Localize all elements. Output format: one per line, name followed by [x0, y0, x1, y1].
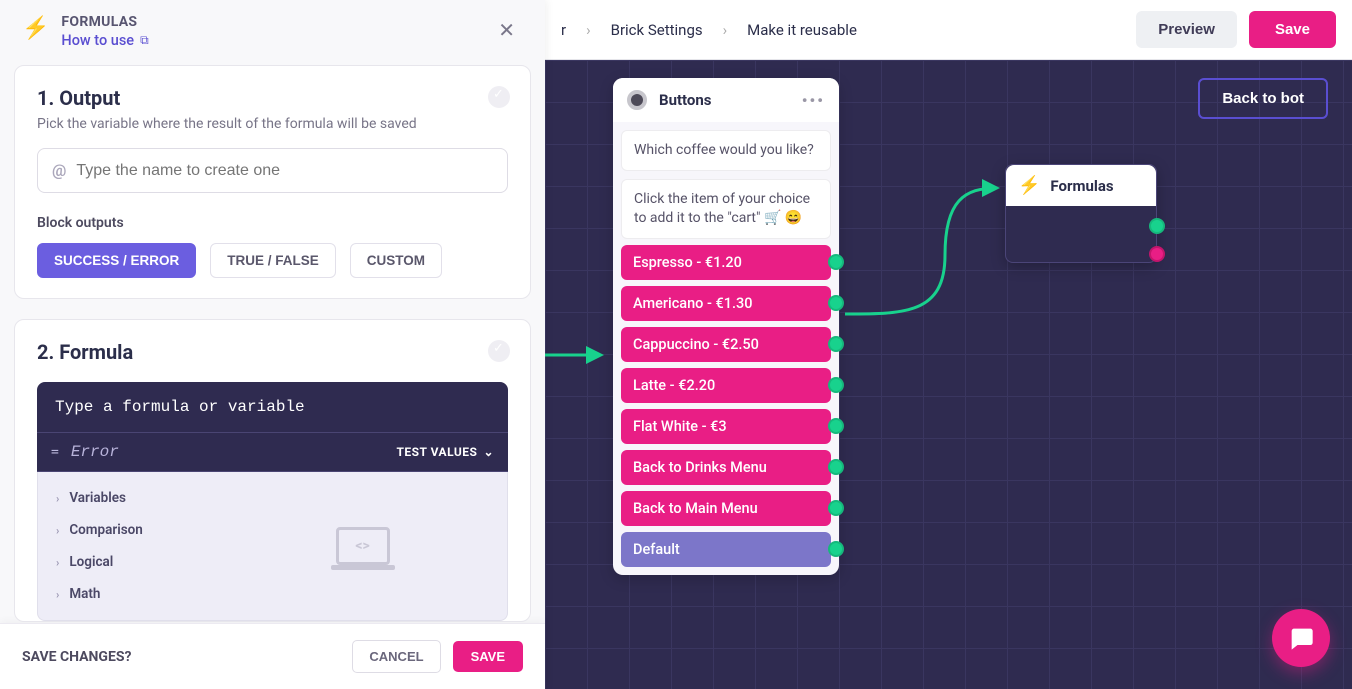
- chevron-right-icon: ›: [56, 556, 59, 569]
- option-button[interactable]: Espresso - €1.20: [621, 245, 831, 280]
- panel-footer: SAVE CHANGES? CANCEL SAVE: [0, 623, 545, 689]
- formula-preview: <>: [218, 472, 507, 620]
- save-button[interactable]: SAVE: [453, 641, 523, 672]
- formula-categories: ›Variables ›Comparison ›Logical ›Math: [38, 472, 218, 620]
- section-subtitle: Pick the variable where the result of th…: [37, 116, 508, 132]
- chevron-right-icon: ›: [56, 524, 59, 537]
- breadcrumb-item[interactable]: Brick Settings: [611, 21, 703, 39]
- preview-button[interactable]: Preview: [1136, 11, 1237, 48]
- output-port[interactable]: [828, 336, 844, 352]
- option-button[interactable]: Americano - €1.30: [621, 286, 831, 321]
- node-menu-icon[interactable]: •••: [802, 91, 825, 110]
- chevron-right-icon: ›: [56, 588, 59, 601]
- node-title: Buttons: [659, 91, 790, 109]
- output-port[interactable]: [828, 418, 844, 434]
- equals-icon: =: [51, 445, 59, 460]
- section-heading: 1. Output: [37, 86, 508, 110]
- output-port[interactable]: [828, 541, 844, 557]
- bolt-icon: ⚡: [1018, 175, 1040, 196]
- output-port-success[interactable]: [1149, 218, 1165, 234]
- save-button[interactable]: Save: [1249, 11, 1336, 48]
- node-type-icon: [627, 90, 647, 110]
- output-port[interactable]: [828, 377, 844, 393]
- check-icon: [488, 340, 510, 362]
- section-heading: 2. Formula: [37, 340, 508, 364]
- back-to-bot-button[interactable]: Back to bot: [1198, 78, 1328, 119]
- breadcrumb-item[interactable]: Make it reusable: [747, 21, 857, 39]
- option-button[interactable]: Back to Drinks Menu: [621, 450, 831, 485]
- output-pill-custom[interactable]: CUSTOM: [350, 243, 442, 278]
- output-port[interactable]: [828, 295, 844, 311]
- formulas-panel: ⚡ FORMULAS How to use ⧉ ✕ 1. Output Pick…: [0, 0, 545, 689]
- category-math[interactable]: ›Math: [38, 578, 218, 610]
- laptop-icon: <>: [336, 527, 390, 565]
- option-default[interactable]: Default: [621, 532, 831, 567]
- at-icon: @: [52, 161, 66, 180]
- panel-title: FORMULAS: [61, 14, 478, 30]
- chevron-right-icon: ›: [586, 21, 591, 39]
- variable-input-wrap[interactable]: @: [37, 148, 508, 193]
- output-port[interactable]: [828, 254, 844, 270]
- chevron-right-icon: ›: [723, 21, 728, 39]
- variable-name-input[interactable]: [76, 162, 493, 180]
- chat-icon: [1287, 624, 1315, 652]
- output-pill-true-false[interactable]: TRUE / FALSE: [210, 243, 336, 278]
- chevron-right-icon: ›: [56, 492, 59, 505]
- check-icon: [488, 86, 510, 108]
- chat-fab[interactable]: [1272, 609, 1330, 667]
- category-variables[interactable]: ›Variables: [38, 482, 218, 514]
- output-pill-success-error[interactable]: SUCCESS / ERROR: [37, 243, 196, 278]
- chevron-down-icon: ⌄: [483, 445, 494, 459]
- message-block[interactable]: Which coffee would you like?: [621, 130, 831, 171]
- formula-section: 2. Formula Type a formula or variable = …: [14, 319, 531, 622]
- external-link-icon: ⧉: [140, 33, 149, 48]
- bolt-icon: ⚡: [22, 16, 49, 41]
- formula-editor[interactable]: Type a formula or variable = Error TEST …: [37, 382, 508, 472]
- close-icon[interactable]: ✕: [490, 14, 523, 46]
- top-bar: r › Brick Settings › Make it reusable Pr…: [545, 0, 1352, 60]
- option-button[interactable]: Cappuccino - €2.50: [621, 327, 831, 362]
- output-port-error[interactable]: [1149, 246, 1165, 262]
- breadcrumb-item[interactable]: r: [561, 21, 566, 39]
- block-outputs-label: Block outputs: [37, 215, 508, 231]
- formula-result: Error: [71, 443, 385, 461]
- category-logical[interactable]: ›Logical: [38, 546, 218, 578]
- breadcrumb: r › Brick Settings › Make it reusable: [561, 21, 857, 39]
- how-to-use-link[interactable]: How to use ⧉: [61, 32, 148, 49]
- option-button[interactable]: Latte - €2.20: [621, 368, 831, 403]
- node-buttons[interactable]: Buttons ••• Which coffee would you like?…: [613, 78, 839, 575]
- cancel-button[interactable]: CANCEL: [352, 640, 440, 673]
- option-button[interactable]: Flat White - €3: [621, 409, 831, 444]
- test-values-toggle[interactable]: TEST VALUES ⌄: [396, 445, 494, 459]
- node-title: Formulas: [1050, 177, 1113, 195]
- output-section: 1. Output Pick the variable where the re…: [14, 65, 531, 299]
- node-formulas[interactable]: ⚡ Formulas: [1005, 164, 1157, 263]
- option-button[interactable]: Back to Main Menu: [621, 491, 831, 526]
- flow-canvas[interactable]: Back to bot Buttons ••• Which coffee wou…: [545, 60, 1352, 689]
- save-changes-label: SAVE CHANGES?: [22, 649, 340, 665]
- message-block[interactable]: Click the item of your choice to add it …: [621, 179, 831, 239]
- category-comparison[interactable]: ›Comparison: [38, 514, 218, 546]
- output-port[interactable]: [828, 500, 844, 516]
- formula-placeholder[interactable]: Type a formula or variable: [37, 382, 508, 433]
- output-port[interactable]: [828, 459, 844, 475]
